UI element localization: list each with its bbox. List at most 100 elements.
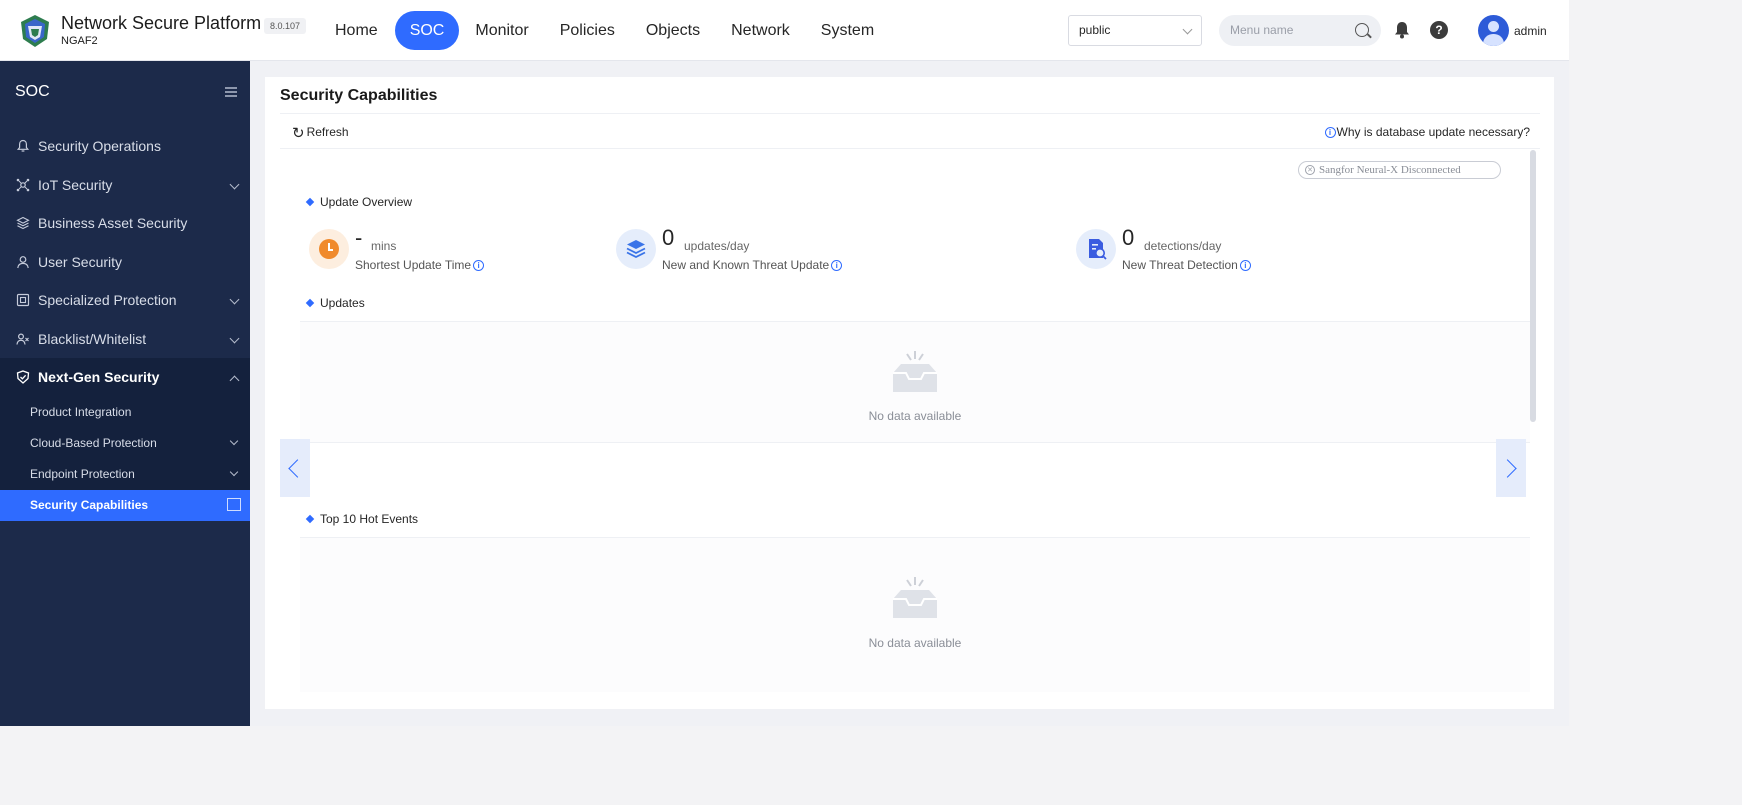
layers-icon: [16, 217, 30, 230]
avatar[interactable]: [1478, 15, 1509, 46]
bell-icon: [16, 140, 30, 152]
nav-soc[interactable]: SOC: [394, 11, 460, 50]
chevron-up-icon: [229, 375, 240, 386]
sidebar-item-label: IoT Security: [38, 176, 113, 193]
shield-grid-icon: [16, 294, 30, 307]
top-hot-events-heading: Top 10 Hot Events: [305, 512, 419, 526]
nav-home[interactable]: Home: [320, 11, 393, 50]
sidebar-item-label: Next-Gen Security: [38, 369, 160, 386]
nav-system[interactable]: System: [806, 11, 889, 50]
open-in-new-window-icon[interactable]: [227, 497, 241, 511]
app-root: Network Secure Platform NGAF2 8.0.107 Ho…: [0, 0, 1569, 726]
update-overview-heading: Update Overview: [305, 195, 412, 209]
nav-objects[interactable]: Objects: [631, 11, 715, 50]
chevron-down-icon: [229, 436, 239, 445]
diamond-bullet-icon: [305, 514, 315, 524]
sidebar-title: SOC: [15, 83, 50, 100]
brand-title: Network Secure Platform: [61, 13, 262, 33]
stat-value: 0: [1122, 225, 1135, 250]
divider: [280, 113, 1540, 114]
menu-search-input[interactable]: Menu name: [1219, 15, 1381, 46]
stat-label-text: New and Known Threat Update: [662, 258, 830, 272]
brand-subtitle: NGAF2: [61, 35, 98, 47]
iot-icon: [16, 178, 30, 192]
updates-heading: Updates: [305, 296, 365, 310]
help-icon[interactable]: ?: [1430, 21, 1448, 39]
sidebar-item-specialized-protection[interactable]: Specialized Protection: [0, 281, 250, 320]
info-icon: i: [1324, 127, 1336, 138]
disconnected-icon: ✕: [1305, 165, 1315, 175]
collapse-menu-icon[interactable]: [225, 87, 237, 97]
sidebar-item-label: User Security: [38, 253, 123, 270]
nav-network[interactable]: Network: [716, 11, 805, 50]
hot-events-empty-text: No data available: [868, 636, 962, 650]
carousel-prev-button[interactable]: [280, 439, 310, 497]
info-icon[interactable]: i: [831, 260, 843, 271]
window-background: [0, 726, 1742, 805]
info-icon[interactable]: i: [473, 260, 485, 271]
avatar-body: [1483, 34, 1504, 46]
stat-label-text: New Threat Detection: [1122, 258, 1238, 272]
main-panel: Security Capabilities ↻ Refresh i Why is d…: [265, 77, 1554, 709]
sidebar-subitem-label: Cloud-Based Protection: [30, 436, 157, 450]
nav-policies[interactable]: Policies: [545, 11, 630, 50]
sidebar-item-security-operations[interactable]: Security Operations: [0, 127, 250, 166]
diamond-bullet-icon: [305, 197, 315, 207]
shield-check-icon: [16, 370, 30, 385]
notification-bell-icon[interactable]: [1392, 20, 1412, 40]
stat-label: Shortest Update Time i: [355, 258, 485, 272]
refresh-button[interactable]: ↻ Refresh: [292, 124, 349, 142]
sidebar-item-label: Business Asset Security: [38, 215, 188, 232]
sidebar-item-label: Blacklist/Whitelist: [38, 330, 147, 347]
divider: [280, 148, 1540, 149]
stat-value: -: [355, 225, 363, 250]
sidebar-subitem-label: Product Integration: [30, 405, 132, 419]
sidebar-menu: Security Operations IoT Security Busines…: [0, 127, 250, 521]
sidebar-item-iot-security[interactable]: IoT Security: [0, 166, 250, 205]
hot-events-empty-state: No data available: [300, 537, 1530, 692]
sidebar-item-business-asset-security[interactable]: Business Asset Security: [0, 204, 250, 243]
main-nav: Home SOC Monitor Policies Objects Networ…: [320, 11, 890, 50]
updates-empty-state: No data available: [300, 321, 1530, 442]
stat-label-text: Shortest Update Time: [355, 258, 472, 272]
sidebar-subitem-security-capabilities[interactable]: Security Capabilities: [0, 489, 250, 521]
info-icon[interactable]: i: [1239, 260, 1251, 271]
nav-monitor[interactable]: Monitor: [460, 11, 543, 50]
refresh-icon: ↻: [292, 125, 305, 142]
user-icon: [17, 255, 29, 268]
carousel-next-button[interactable]: [1496, 439, 1526, 497]
updates-empty-text: No data available: [868, 409, 962, 423]
sidebar-item-next-gen-security[interactable]: Next-Gen Security: [0, 358, 250, 397]
avatar-head: [1488, 21, 1499, 32]
sidebar: SOC Security Operations IoT Security Bus…: [0, 61, 250, 726]
username[interactable]: admin: [1514, 24, 1547, 38]
why-update-link[interactable]: i Why is database update necessary?: [1324, 125, 1530, 139]
sidebar-subitem-product-integration[interactable]: Product Integration: [0, 396, 250, 428]
search-icon[interactable]: [1355, 23, 1369, 37]
neural-x-status-text: Sangfor Neural-X Disconnected: [1319, 164, 1461, 176]
updates-heading-text: Updates: [320, 296, 365, 310]
neural-x-status-badge: ✕ Sangfor Neural-X Disconnected: [1298, 161, 1501, 179]
refresh-label: Refresh: [306, 125, 349, 139]
stat-label: New and Known Threat Update i: [662, 258, 843, 272]
sidebar-item-blacklist-whitelist[interactable]: Blacklist/Whitelist: [0, 320, 250, 359]
vertical-scrollbar[interactable]: [1530, 150, 1536, 422]
stat-unit: mins: [371, 239, 397, 253]
clock-icon: [309, 229, 349, 269]
top-hot-events-heading-text: Top 10 Hot Events: [320, 512, 419, 526]
version-badge: 8.0.107: [264, 18, 307, 34]
top-bar: Network Secure Platform NGAF2 8.0.107 Ho…: [0, 0, 1569, 61]
chevron-down-icon: [229, 294, 240, 305]
sidebar-subitem-label: Security Capabilities: [30, 498, 149, 512]
threat-detection-icon: [1076, 229, 1116, 269]
stat-value: 0: [662, 225, 675, 250]
empty-inbox-icon: [893, 577, 937, 618]
page-title: Security Capabilities: [280, 87, 438, 104]
sidebar-item-label: Specialized Protection: [38, 292, 177, 309]
chevron-down-icon: [229, 179, 240, 189]
sidebar-item-user-security[interactable]: User Security: [0, 243, 250, 282]
sidebar-subitem-cloud-based-protection[interactable]: Cloud-Based Protection: [0, 427, 250, 459]
layers-icon: [616, 229, 656, 269]
tenant-select[interactable]: public: [1068, 15, 1202, 46]
sidebar-subitem-endpoint-protection[interactable]: Endpoint Protection: [0, 458, 250, 490]
